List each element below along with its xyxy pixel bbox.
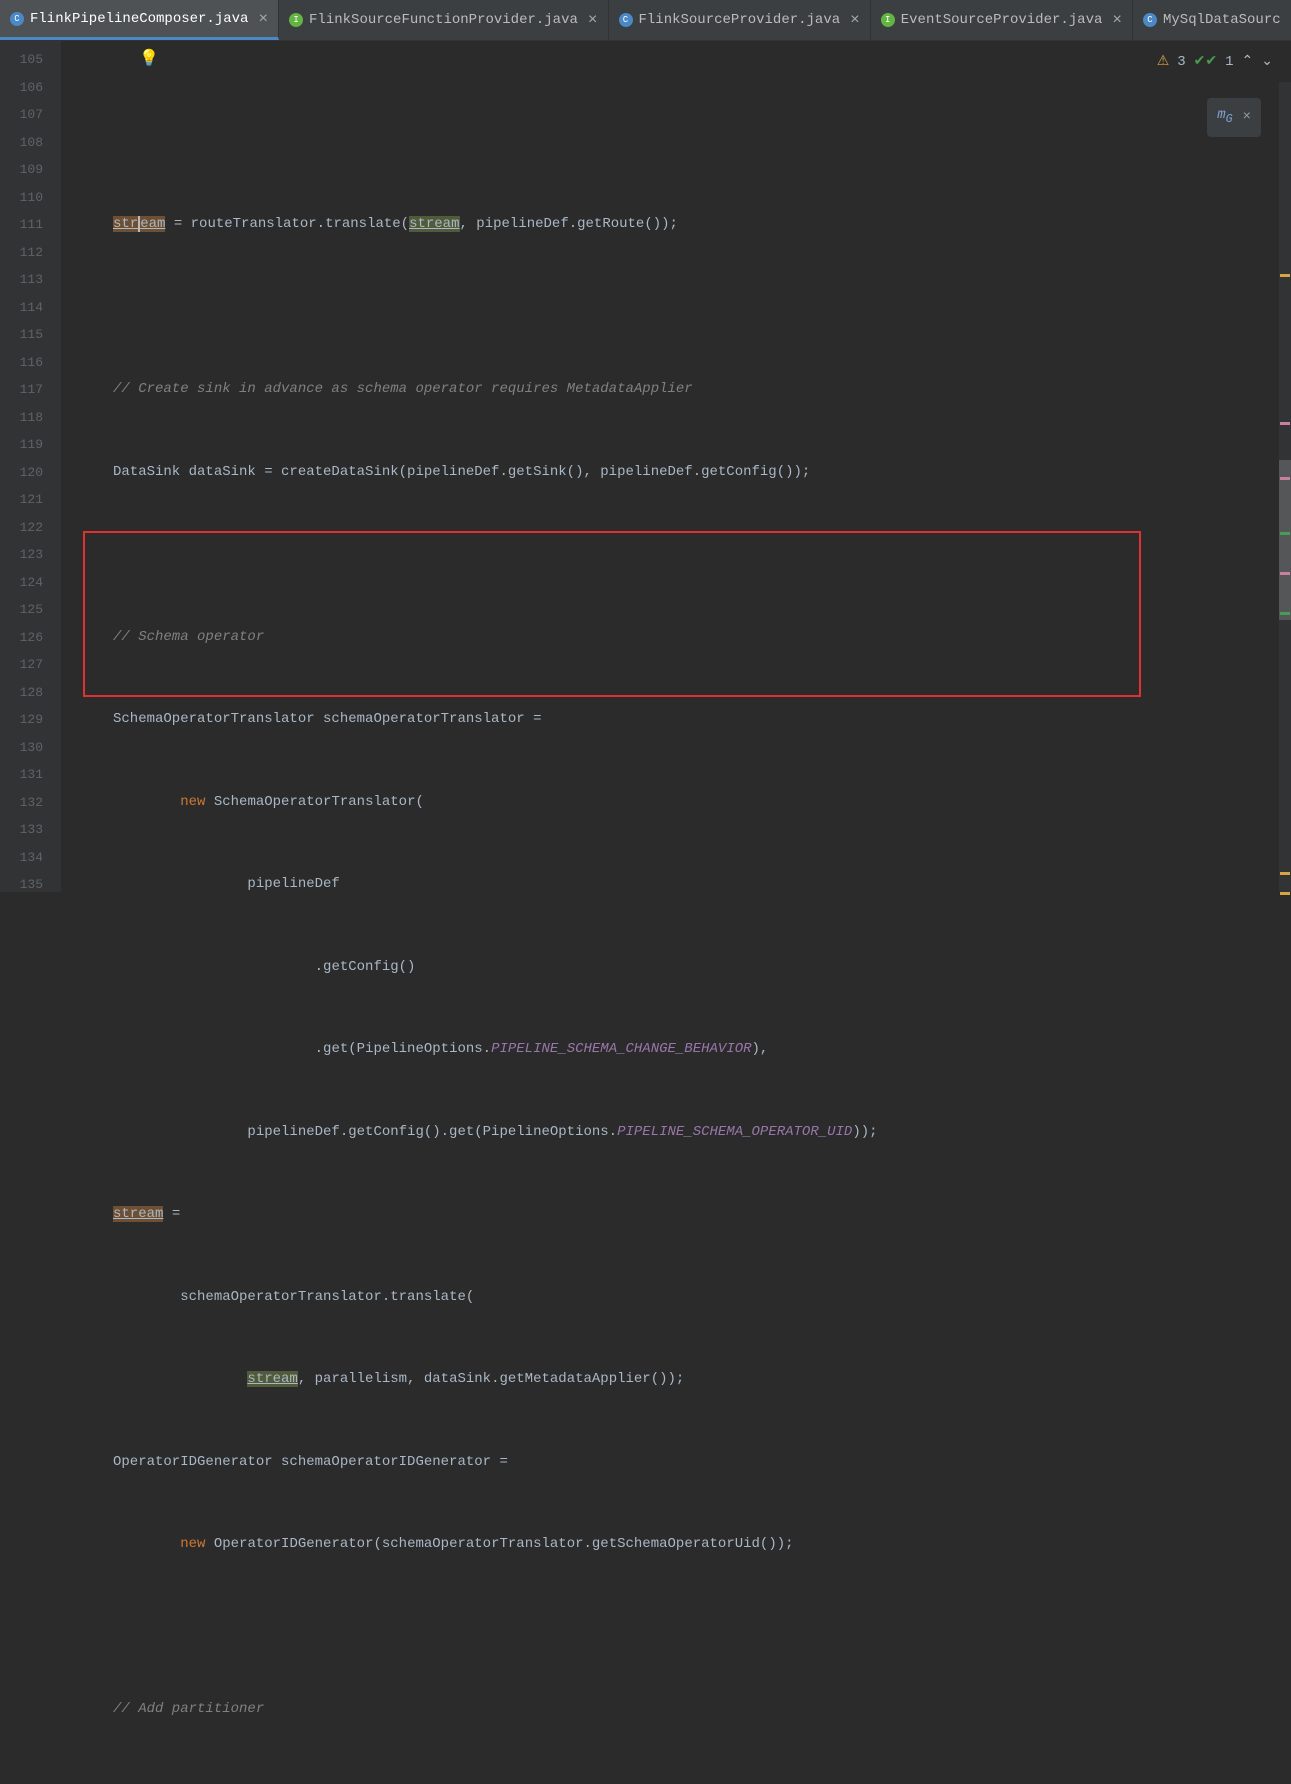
code-line: // Create sink in advance as schema oper… [113,376,1291,404]
line-number: 121 [0,486,43,514]
line-number: 135 [0,871,43,899]
tab-label: FlinkSourceFunctionProvider.java [309,12,578,28]
line-number: 105 [0,46,43,74]
line-number: 134 [0,844,43,872]
tab-flinksourceprovider[interactable]: C FlinkSourceProvider.java × [609,0,871,40]
inspection-widget[interactable]: ⚠ 3 ✔✔ 1 ⌃ ⌄ [1153,47,1277,79]
tab-label: EventSourceProvider.java [901,12,1103,28]
line-number: 122 [0,514,43,542]
close-icon[interactable]: × [1112,11,1122,29]
code-line: SchemaOperatorTranslator schemaOperatorT… [113,706,1291,734]
line-number: 116 [0,349,43,377]
code-line: stream, parallelism, dataSink.getMetadat… [113,1366,1291,1394]
line-number: 120 [0,459,43,487]
check-count: 1 [1225,49,1233,77]
code-line [113,541,1291,569]
line-number: 113 [0,266,43,294]
line-number: 130 [0,734,43,762]
code-line: new OperatorIDGenerator(schemaOperatorTr… [113,1531,1291,1559]
code-line [113,1614,1291,1642]
code-line: pipelineDef [113,871,1291,899]
tab-mysqldatasource[interactable]: C MySqlDataSourc [1133,0,1291,40]
editor-tabs: C FlinkPipelineComposer.java × I FlinkSo… [0,0,1291,41]
class-icon: C [1143,13,1157,27]
line-number: 107 [0,101,43,129]
code-line: .get(PipelineOptions.PIPELINE_SCHEMA_CHA… [113,1036,1291,1064]
line-number: 126 [0,624,43,652]
error-stripe[interactable] [1279,82,1291,892]
line-number: 111 [0,211,43,239]
code-line: .getConfig() [113,954,1291,982]
scrollbar-thumb[interactable] [1279,460,1291,620]
tab-flinkpipelinecomposer[interactable]: C FlinkPipelineComposer.java × [0,0,279,40]
line-number: 127 [0,651,43,679]
code-line: OperatorIDGenerator schemaOperatorIDGene… [113,1449,1291,1477]
line-number: 110 [0,184,43,212]
line-number: 129 [0,706,43,734]
interface-icon: I [289,13,303,27]
tab-eventsourceprovider[interactable]: I EventSourceProvider.java × [871,0,1133,40]
line-number: 108 [0,129,43,157]
warning-icon: ⚠ [1157,49,1170,77]
line-number: 106 [0,74,43,102]
line-number: 124 [0,569,43,597]
typo-icon: ✔✔ [1194,49,1217,77]
line-number: 109 [0,156,43,184]
code-line: // Add partitioner [113,1696,1291,1724]
line-number: 123 [0,541,43,569]
code-line [113,294,1291,322]
line-number: 132 [0,789,43,817]
line-number: 128 [0,679,43,707]
intention-bulb-icon[interactable]: 💡 [139,46,159,74]
line-number: 125 [0,596,43,624]
close-icon[interactable]: × [258,10,268,28]
code-line: stream = [113,1201,1291,1229]
tab-label: MySqlDataSourc [1163,12,1281,28]
editor-area: 1051061071081091101111121131141151161171… [0,41,1291,892]
interface-icon: I [881,13,895,27]
line-number: 114 [0,294,43,322]
close-icon[interactable]: × [850,11,860,29]
class-icon: C [10,12,24,26]
arrow-up-icon[interactable]: ⌃ [1242,49,1254,77]
line-number: 117 [0,376,43,404]
line-gutter: 1051061071081091101111121131141151161171… [0,41,61,892]
code-line: new SchemaOperatorTranslator( [113,789,1291,817]
tab-label: FlinkSourceProvider.java [639,12,841,28]
line-number: 119 [0,431,43,459]
line-number: 112 [0,239,43,267]
code-content[interactable]: 💡 ⚠ 3 ✔✔ 1 ⌃ ⌄ mG × stream = routeTransl… [61,41,1291,892]
line-number: 115 [0,321,43,349]
floating-tool-widget[interactable]: mG × [1207,98,1261,137]
code-line: DataSink dataSink = createDataSink(pipel… [113,459,1291,487]
line-number: 133 [0,816,43,844]
code-line: // Schema operator [113,624,1291,652]
close-icon[interactable]: × [1243,104,1251,132]
tab-flinksourcefunctionprovider[interactable]: I FlinkSourceFunctionProvider.java × [279,0,608,40]
warning-count: 3 [1177,49,1185,77]
code-line: PartitioningTranslator partitioningTrans… [113,1779,1291,1784]
line-number: 131 [0,761,43,789]
code-line: schemaOperatorTranslator.translate( [113,1284,1291,1312]
code-line: stream = routeTranslator.translate(strea… [113,211,1291,239]
widget-label: mG [1217,102,1232,133]
arrow-down-icon[interactable]: ⌄ [1261,49,1273,77]
tab-label: FlinkPipelineComposer.java [30,11,248,27]
line-number: 118 [0,404,43,432]
code-line: pipelineDef.getConfig().get(PipelineOpti… [113,1119,1291,1147]
class-icon: C [619,13,633,27]
close-icon[interactable]: × [588,11,598,29]
